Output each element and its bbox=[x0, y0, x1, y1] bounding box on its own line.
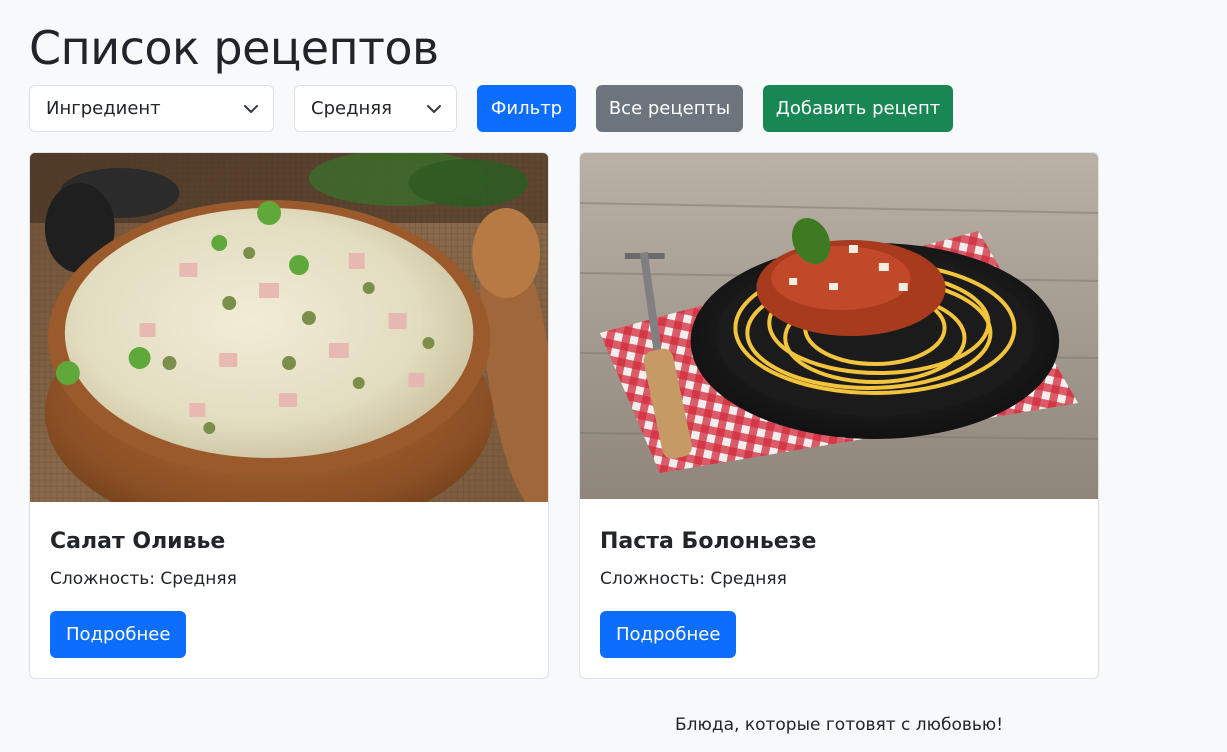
pasta-bolognese-image bbox=[580, 153, 1098, 499]
ingredient-select[interactable]: Ингредиент bbox=[29, 85, 274, 132]
chevron-down-icon bbox=[244, 104, 258, 113]
recipe-card: Паста Болоньезе Сложность: Средняя Подро… bbox=[579, 152, 1099, 679]
recipe-title: Салат Оливье bbox=[50, 529, 226, 554]
all-recipes-button[interactable]: Все рецепты bbox=[596, 85, 743, 132]
recipe-difficulty: Сложность: Средняя bbox=[600, 569, 787, 589]
ingredient-select-value: Ингредиент bbox=[46, 98, 161, 119]
details-button[interactable]: Подробнее bbox=[50, 611, 187, 658]
card-body: Паста Болоньезе Сложность: Средняя Подро… bbox=[580, 527, 1098, 678]
details-button[interactable]: Подробнее bbox=[600, 611, 737, 658]
olivier-salad-image bbox=[30, 153, 548, 502]
card-body: Салат Оливье Сложность: Средняя Подробне… bbox=[30, 527, 548, 678]
page-title: Список рецептов bbox=[29, 21, 439, 75]
difficulty-select[interactable]: Средняя bbox=[294, 85, 457, 132]
recipe-card: Салат Оливье Сложность: Средняя Подробне… bbox=[29, 152, 549, 679]
difficulty-select-value: Средняя bbox=[311, 98, 392, 119]
chevron-down-icon bbox=[427, 104, 441, 113]
recipe-title: Паста Болоньезе bbox=[600, 529, 817, 554]
add-recipe-button[interactable]: Добавить рецепт bbox=[763, 85, 953, 132]
recipe-difficulty: Сложность: Средняя bbox=[50, 569, 237, 589]
filter-button[interactable]: Фильтр bbox=[477, 85, 576, 132]
footer-tagline: Блюда, которые готовят с любовью! bbox=[675, 715, 1004, 735]
